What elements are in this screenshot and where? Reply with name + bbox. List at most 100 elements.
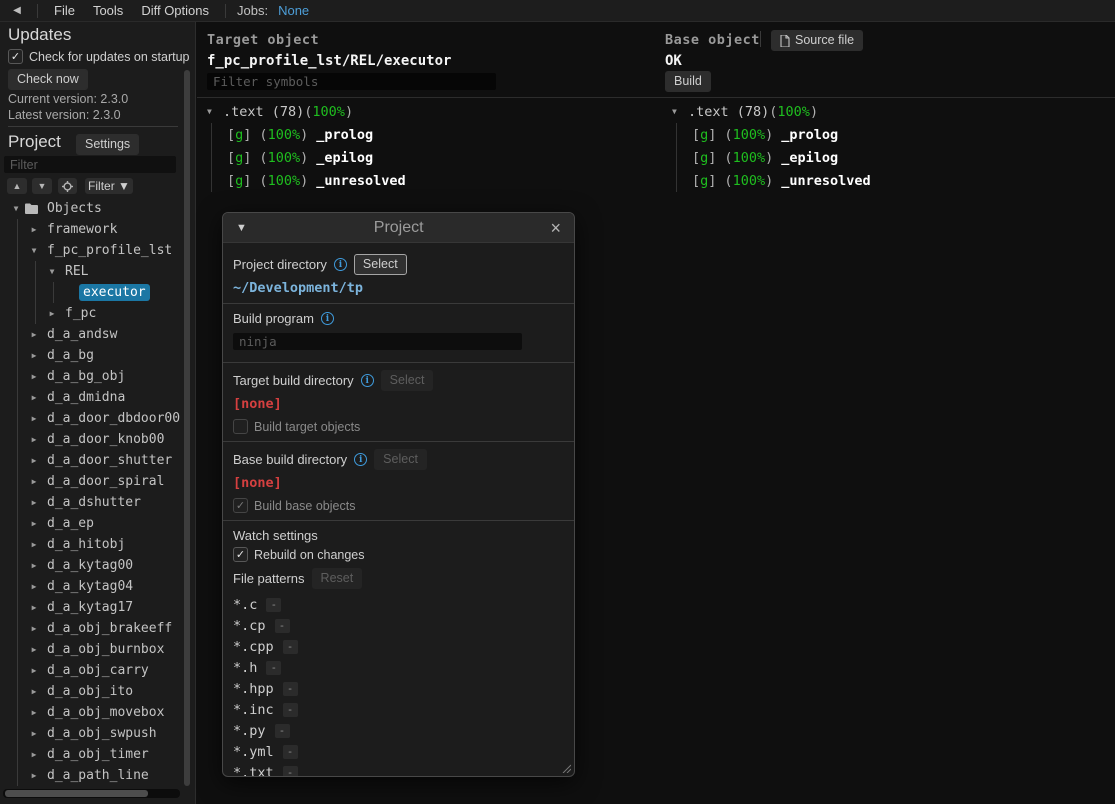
checkbox-checked-icon[interactable]: ✓ — [233, 498, 248, 513]
remove-pattern-button[interactable]: - — [266, 661, 281, 675]
chevron-down-icon[interactable]: ▼ — [28, 246, 40, 255]
filter-dropdown[interactable]: Filter ▼ — [85, 178, 133, 194]
chevron-right-icon[interactable]: ▶ — [28, 561, 40, 570]
chevron-right-icon[interactable]: ▶ — [28, 540, 40, 549]
tree-item-d_a_obj_brakeeff[interactable]: ▶d_a_obj_brakeeff — [0, 618, 182, 639]
remove-pattern-button[interactable]: - — [275, 724, 290, 738]
remove-pattern-button[interactable]: - — [283, 766, 298, 778]
scrollbar-thumb[interactable] — [5, 790, 148, 797]
tree-item-d_a_kytag04[interactable]: ▶d_a_kytag04 — [0, 576, 182, 597]
symbol-section-row[interactable]: ▼.text (78) (100%) — [207, 100, 406, 123]
tree-item-d_a_dshutter[interactable]: ▶d_a_dshutter — [0, 492, 182, 513]
tree-item-d_a_obj_swpush[interactable]: ▶d_a_obj_swpush — [0, 723, 182, 744]
tree-item-executor[interactable]: executor — [0, 282, 182, 303]
tree-item-d_a_bg[interactable]: ▶d_a_bg — [0, 345, 182, 366]
tree-item-Objects[interactable]: ▼Objects — [0, 198, 182, 219]
chevron-right-icon[interactable]: ▶ — [28, 414, 40, 423]
chevron-right-icon[interactable]: ▶ — [28, 372, 40, 381]
tree-item-d_a_door_spiral[interactable]: ▶d_a_door_spiral — [0, 471, 182, 492]
chevron-right-icon[interactable]: ▶ — [28, 519, 40, 528]
chevron-right-icon[interactable]: ▶ — [28, 771, 40, 780]
reset-patterns-button[interactable]: Reset — [312, 568, 363, 589]
chevron-down-icon[interactable]: ▼ — [10, 204, 22, 213]
info-icon[interactable]: i — [361, 374, 374, 387]
symbol-row-_unresolved[interactable]: [g](100%)_unresolved — [227, 169, 406, 192]
build-base-objects-checkbox[interactable]: ✓ Build base objects — [233, 498, 564, 513]
menu-file[interactable]: File — [47, 1, 82, 20]
dialog-titlebar[interactable]: ▼ Project × — [223, 213, 574, 243]
menu-tools[interactable]: Tools — [86, 1, 130, 20]
remove-pattern-button[interactable]: - — [266, 598, 281, 612]
base-build-directory-select-button[interactable]: Select — [374, 449, 427, 470]
chevron-right-icon[interactable]: ▶ — [28, 603, 40, 612]
scroll-up-button[interactable]: ▲ — [7, 178, 27, 194]
tree-item-REL[interactable]: ▼REL — [0, 261, 182, 282]
remove-pattern-button[interactable]: - — [283, 703, 298, 717]
check-updates-startup-checkbox[interactable]: ✓ Check for updates on startup — [8, 49, 190, 64]
target-build-directory-select-button[interactable]: Select — [381, 370, 434, 391]
jobs-none-link[interactable]: None — [278, 3, 309, 18]
chevron-right-icon[interactable]: ▶ — [28, 435, 40, 444]
close-icon[interactable]: × — [550, 220, 561, 236]
chevron-right-icon[interactable]: ▶ — [28, 729, 40, 738]
symbol-row-_epilog[interactable]: [g](100%)_epilog — [227, 146, 406, 169]
symbol-row-_prolog[interactable]: [g](100%)_prolog — [227, 123, 406, 146]
tree-item-f_pc[interactable]: ▶f_pc — [0, 303, 182, 324]
checkbox-checked-icon[interactable]: ✓ — [233, 547, 248, 562]
back-icon[interactable]: ◀ — [6, 5, 28, 16]
tree-item-d_a_obj_movebox[interactable]: ▶d_a_obj_movebox — [0, 702, 182, 723]
symbol-section-row[interactable]: ▼.text (78) (100%) — [672, 100, 871, 123]
remove-pattern-button[interactable]: - — [283, 745, 298, 759]
project-directory-select-button[interactable]: Select — [354, 254, 407, 275]
tree-item-d_a_obj_timer[interactable]: ▶d_a_obj_timer — [0, 744, 182, 765]
info-icon[interactable]: i — [321, 312, 334, 325]
chevron-right-icon[interactable]: ▶ — [28, 582, 40, 591]
info-icon[interactable]: i — [354, 453, 367, 466]
build-program-input[interactable] — [233, 333, 522, 350]
chevron-right-icon[interactable]: ▶ — [28, 225, 40, 234]
tree-item-framework[interactable]: ▶framework — [0, 219, 182, 240]
tree-item-d_a_dmidna[interactable]: ▶d_a_dmidna — [0, 387, 182, 408]
chevron-right-icon[interactable]: ▶ — [28, 330, 40, 339]
chevron-right-icon[interactable]: ▶ — [28, 498, 40, 507]
tree-item-d_a_door_shutter[interactable]: ▶d_a_door_shutter — [0, 450, 182, 471]
rebuild-on-changes-checkbox[interactable]: ✓ Rebuild on changes — [233, 547, 564, 562]
resize-handle-icon[interactable] — [561, 763, 571, 773]
tree-item-d_a_andsw[interactable]: ▶d_a_andsw — [0, 324, 182, 345]
tree-item-d_a_door_knob00[interactable]: ▶d_a_door_knob00 — [0, 429, 182, 450]
filter-symbols-input[interactable] — [207, 73, 496, 90]
scroll-down-button[interactable]: ▼ — [32, 178, 52, 194]
tree-item-d_a_obj_ito[interactable]: ▶d_a_obj_ito — [0, 681, 182, 702]
remove-pattern-button[interactable]: - — [283, 640, 298, 654]
tree-item-d_a_obj_carry[interactable]: ▶d_a_obj_carry — [0, 660, 182, 681]
remove-pattern-button[interactable]: - — [275, 619, 290, 633]
checkbox-unchecked-icon[interactable] — [233, 419, 248, 434]
locate-current-button[interactable] — [58, 178, 77, 194]
chevron-right-icon[interactable]: ▶ — [28, 393, 40, 402]
symbol-row-_unresolved[interactable]: [g](100%)_unresolved — [692, 169, 871, 192]
tree-item-d_a_kytag00[interactable]: ▶d_a_kytag00 — [0, 555, 182, 576]
build-button[interactable]: Build — [665, 71, 711, 92]
tree-item-d_a_ep[interactable]: ▶d_a_ep — [0, 513, 182, 534]
info-icon[interactable]: i — [334, 258, 347, 271]
chevron-right-icon[interactable]: ▶ — [28, 750, 40, 759]
chevron-right-icon[interactable]: ▶ — [28, 687, 40, 696]
tree-item-f_pc_profile_lst[interactable]: ▼f_pc_profile_lst — [0, 240, 182, 261]
tree-item-d_a_door_dbdoor00[interactable]: ▶d_a_door_dbdoor00 — [0, 408, 182, 429]
remove-pattern-button[interactable]: - — [283, 682, 298, 696]
project-settings-button[interactable]: Settings — [76, 134, 139, 155]
menu-diff-options[interactable]: Diff Options — [134, 1, 216, 20]
source-file-button[interactable]: Source file — [771, 30, 863, 51]
chevron-right-icon[interactable]: ▶ — [46, 309, 58, 318]
tree-item-d_a_kytag17[interactable]: ▶d_a_kytag17 — [0, 597, 182, 618]
sidebar-vertical-scrollbar[interactable] — [184, 70, 190, 786]
checkbox-checked-icon[interactable]: ✓ — [8, 49, 23, 64]
symbol-row-_prolog[interactable]: [g](100%)_prolog — [692, 123, 871, 146]
build-target-objects-checkbox[interactable]: Build target objects — [233, 419, 564, 434]
tree-item-d_a_obj_burnbox[interactable]: ▶d_a_obj_burnbox — [0, 639, 182, 660]
chevron-right-icon[interactable]: ▶ — [28, 624, 40, 633]
chevron-down-icon[interactable]: ▼ — [207, 107, 217, 116]
chevron-right-icon[interactable]: ▶ — [28, 666, 40, 675]
collapse-icon[interactable]: ▼ — [236, 222, 247, 234]
chevron-right-icon[interactable]: ▶ — [28, 351, 40, 360]
